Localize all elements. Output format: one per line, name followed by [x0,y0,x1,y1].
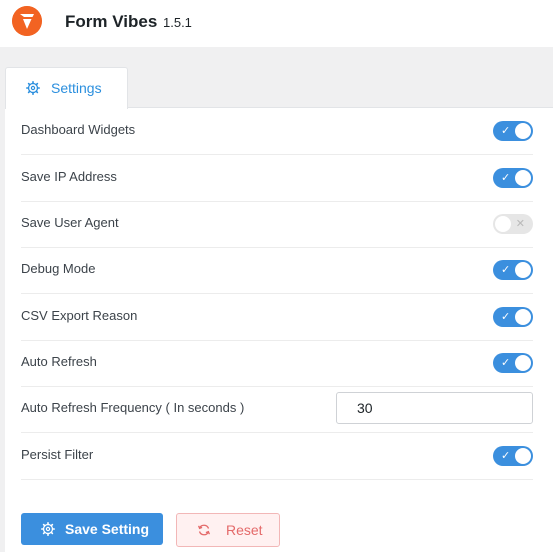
gear-icon [26,81,40,95]
setting-row-persist-filter: Persist Filter ✓ [21,433,533,480]
setting-label: Auto Refresh Frequency ( In seconds ) [21,400,245,415]
save-user-agent-toggle[interactable]: ✕ [493,214,533,234]
app-version: 1.5.1 [163,15,192,30]
tab-settings[interactable]: Settings [5,67,128,109]
auto-refresh-frequency-input[interactable]: 30 [336,392,533,424]
setting-row-dashboard-widgets: Dashboard Widgets ✓ [21,108,533,155]
app-title: Form Vibes [65,12,158,31]
input-value: 30 [357,400,373,416]
check-icon: ✓ [501,125,511,137]
settings-panel: Settings Dashboard Widgets ✓ Save IP Add… [5,67,553,552]
top-bar: Form Vibes 1.5.1 [0,0,553,47]
toggle-knob [515,262,531,278]
check-icon: ✓ [501,264,511,276]
gear-icon [41,522,55,536]
setting-row-save-ip-address: Save IP Address ✓ [21,155,533,202]
check-icon: ✓ [501,172,511,184]
tab-settings-label: Settings [51,80,102,96]
save-setting-label: Save Setting [65,521,150,537]
form-vibes-logo-icon [12,6,42,36]
cross-icon: ✕ [515,218,525,230]
setting-row-save-user-agent: Save User Agent ✕ [21,201,533,248]
dashboard-widgets-toggle[interactable]: ✓ [493,121,533,141]
settings-content: Dashboard Widgets ✓ Save IP Address ✓ Sa… [5,107,553,552]
toggle-knob [515,448,531,464]
debug-mode-toggle[interactable]: ✓ [493,260,533,280]
save-ip-address-toggle[interactable]: ✓ [493,168,533,188]
reset-button[interactable]: Reset [176,513,280,547]
check-icon: ✓ [501,357,511,369]
setting-label: Dashboard Widgets [21,122,136,137]
check-icon: ✓ [501,311,511,323]
setting-row-auto-refresh: Auto Refresh ✓ [21,340,533,387]
setting-label: Save User Agent [21,215,119,230]
persist-filter-toggle[interactable]: ✓ [493,446,533,466]
auto-refresh-toggle[interactable]: ✓ [493,353,533,373]
setting-row-debug-mode: Debug Mode ✓ [21,247,533,294]
toggle-knob [495,216,511,232]
setting-label: Auto Refresh [21,354,97,369]
toggle-knob [515,123,531,139]
toggle-knob [515,355,531,371]
setting-label: Persist Filter [21,447,94,462]
setting-row-auto-refresh-frequency: Auto Refresh Frequency ( In seconds ) 30 [21,386,533,433]
setting-label: CSV Export Reason [21,308,138,323]
check-icon: ✓ [501,450,511,462]
toggle-knob [515,309,531,325]
reset-label: Reset [226,522,263,538]
toggle-knob [515,170,531,186]
setting-label: Debug Mode [21,261,96,276]
setting-row-csv-export-reason: CSV Export Reason ✓ [21,294,533,341]
refresh-icon [197,524,211,536]
csv-export-reason-toggle[interactable]: ✓ [493,307,533,327]
setting-label: Save IP Address [21,169,117,184]
save-setting-button[interactable]: Save Setting [21,513,163,545]
